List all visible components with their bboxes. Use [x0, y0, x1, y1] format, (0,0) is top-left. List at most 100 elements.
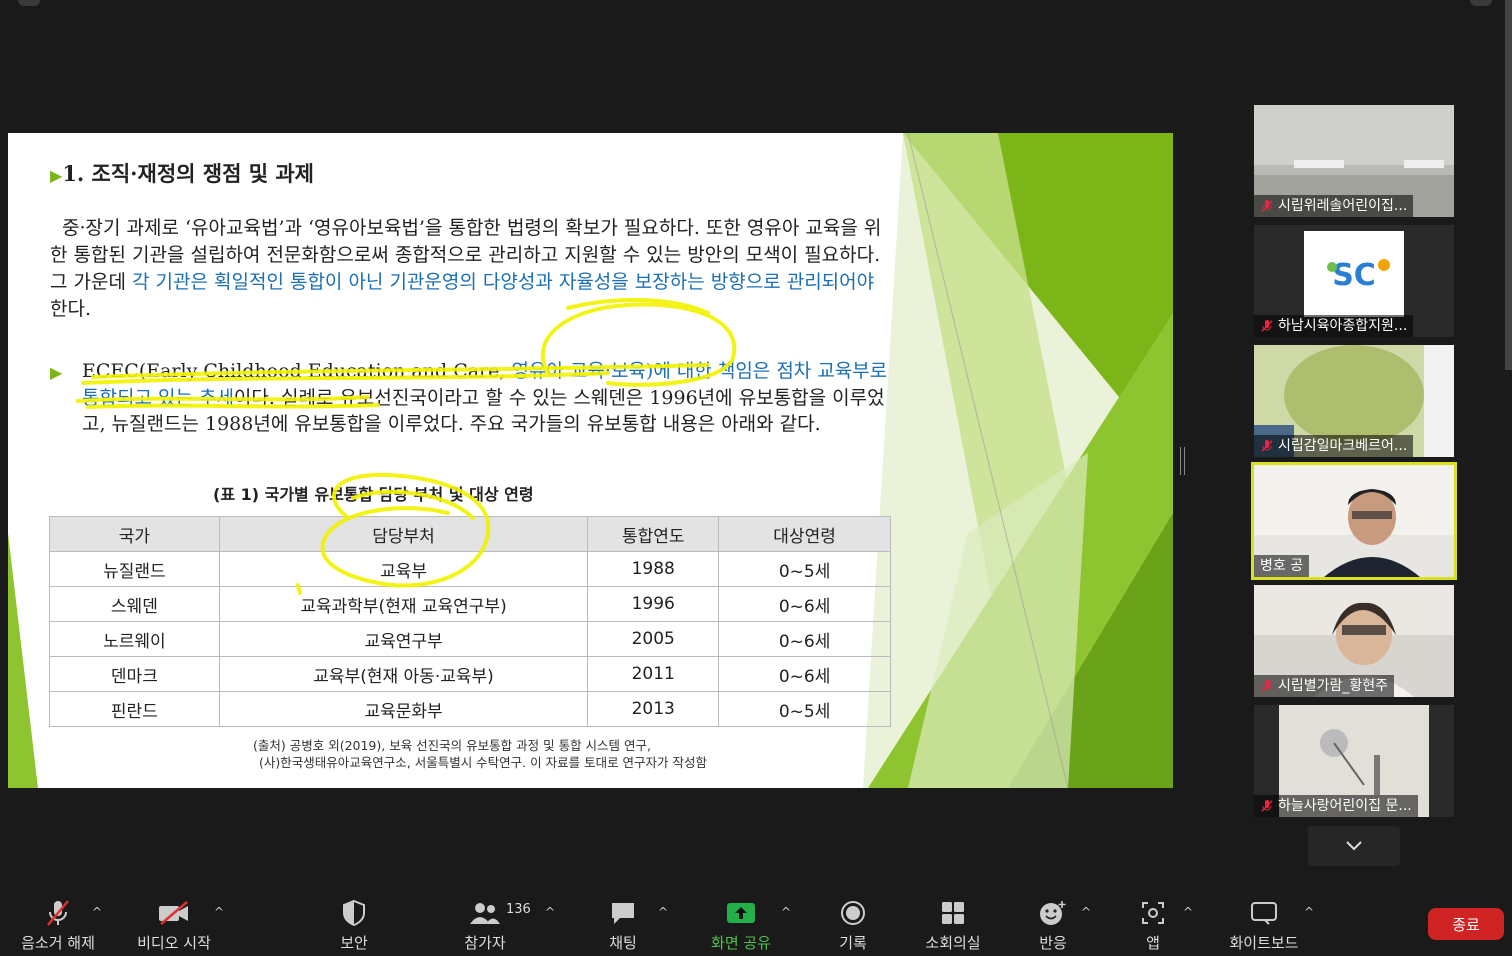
gallery-scrollbar[interactable] — [1505, 0, 1512, 370]
record-button[interactable]: 기록 — [826, 883, 880, 956]
title-marker: ▶ — [50, 166, 63, 185]
participant-name: 하늘사랑어린이집 문... — [1254, 795, 1418, 817]
slide-bullet: ▶ ECEC(Early Childhood Education and Car… — [50, 358, 900, 438]
smiley-icon — [1040, 901, 1066, 925]
reactions-label: 반응 — [1039, 934, 1067, 952]
table-header-cell: 통합연도 — [587, 516, 720, 552]
audio-options-caret[interactable]: ^ — [92, 905, 102, 919]
participants-count: 136 — [506, 902, 531, 917]
meeting-window: ▶1. 조직·재정의 쟁점 및 과제 중·장기 과제로 ‘유아교육법’과 ‘영유… — [0, 0, 1512, 956]
para-text-blue: 각 기관은 획일적인 통합이 아닌 기관운영의 다양성과 자율성을 보장하는 방… — [132, 271, 875, 293]
table-cell: 노르웨이 — [49, 621, 220, 657]
record-label: 기록 — [839, 934, 867, 952]
video-off-icon — [159, 901, 188, 925]
table-cell: 2005 — [587, 621, 720, 657]
reactions-options-caret[interactable]: ^ — [1081, 905, 1091, 919]
apps-options-caret[interactable]: ^ — [1183, 905, 1193, 919]
table-caption: (표 1) 국가별 유보통합 담당 부처 및 대상 연령 — [213, 485, 534, 504]
slide-paragraph: 중·장기 과제로 ‘유아교육법’과 ‘영유아보육법’을 통합한 법령의 확보가 … — [50, 215, 890, 323]
start-video-label: 비디오 시작 — [137, 934, 211, 952]
unmute-button[interactable]: 음소거 해제 — [15, 883, 101, 956]
reactions-button[interactable]: 반응 — [1026, 883, 1080, 956]
table-cell: 0~6세 — [718, 621, 891, 657]
apps-button[interactable]: 앱 — [1136, 883, 1170, 956]
table-header-cell: 국가 — [49, 516, 220, 552]
table-cell: 교육문화부 — [218, 691, 589, 727]
security-button[interactable]: 보안 — [324, 883, 384, 956]
unmute-label: 음소거 해제 — [21, 934, 95, 952]
participant-name-text: 하늘사랑어린이집 문... — [1278, 798, 1412, 814]
slide-title-text: 1. 조직·재정의 쟁점 및 과제 — [62, 161, 314, 186]
share-screen-button[interactable]: 화면 공유 — [700, 883, 782, 956]
whiteboard-label: 화이트보드 — [1229, 934, 1299, 952]
table-row: 핀란드 교육문화부 2013 0~5세 — [49, 691, 891, 727]
source-line-1: (출처) 공병호 외(2019), 보육 선진국의 유보통합 과정 및 통합 시… — [253, 738, 652, 753]
participant-name: 시립위레솔어린이집... — [1254, 195, 1414, 217]
participant-tile-active-speaker[interactable]: 병호 공 — [1251, 462, 1457, 580]
mic-muted-icon — [47, 900, 69, 926]
end-meeting-button[interactable]: 종료 — [1428, 908, 1504, 940]
chevron-down-icon — [1346, 841, 1362, 851]
chat-button[interactable]: 채팅 — [596, 883, 650, 956]
whiteboard-options-caret[interactable]: ^ — [1304, 905, 1314, 919]
bullet-text-a: ECEC(Early Childhood Education and Care, — [82, 360, 512, 382]
mic-muted-icon — [1261, 200, 1273, 212]
table-header-cell: 대상연령 — [718, 516, 891, 552]
grid-icon — [942, 902, 964, 924]
participant-tile[interactable]: 시립감일마크베르어... — [1254, 345, 1454, 457]
whiteboard-button[interactable]: 화이트보드 — [1224, 883, 1304, 956]
table-cell: 0~6세 — [718, 586, 891, 622]
table-cell: 2011 — [587, 656, 720, 692]
bullet-marker: ▶ — [50, 363, 63, 382]
participant-tile[interactable]: SC 하남시육아종합지원... — [1254, 225, 1454, 337]
participant-name: 병호 공 — [1254, 555, 1310, 577]
table-cell: 교육부 — [218, 551, 589, 587]
table-cell: 교육부(현재 아동·교육부) — [218, 656, 589, 692]
table-row: 덴마크 교육부(현재 아동·교육부) 2011 0~6세 — [49, 656, 891, 692]
apps-icon — [1142, 902, 1164, 924]
top-left-control[interactable] — [18, 0, 40, 6]
gallery-next-page-button[interactable] — [1308, 826, 1400, 866]
panel-resize-handle[interactable] — [1180, 447, 1185, 475]
share-options-caret[interactable]: ^ — [781, 905, 791, 919]
unification-table: 국가 담당부처 통합연도 대상연령 뉴질랜드 교육부 1988 0~5세 스웨덴… — [49, 516, 891, 727]
shield-icon — [343, 899, 365, 927]
table-cell: 뉴질랜드 — [49, 551, 220, 587]
security-label: 보안 — [340, 934, 368, 952]
source-line-2: (사)한국생태유아교육연구소, 서울특별시 수탁연구. 이 자료를 토대로 연구… — [259, 755, 708, 770]
participants-icon — [470, 903, 500, 924]
table-row: 뉴질랜드 교육부 1988 0~5세 — [49, 551, 891, 587]
participant-name-text: 병호 공 — [1260, 558, 1304, 574]
breakout-rooms-button[interactable]: 소회의실 — [918, 883, 988, 956]
table-header-row: 국가 담당부처 통합연도 대상연령 — [49, 516, 891, 552]
participant-name-text: 시립별가람_황현주 — [1278, 678, 1389, 694]
table-cell: 핀란드 — [49, 691, 220, 727]
participant-name-text: 시립위레솔어린이집... — [1278, 198, 1408, 214]
apps-label: 앱 — [1146, 934, 1160, 952]
participants-options-caret[interactable]: ^ — [545, 905, 555, 919]
table-cell: 교육과학부(현재 교육연구부) — [218, 586, 589, 622]
chat-options-caret[interactable]: ^ — [658, 905, 668, 919]
participants-label: 참가자 — [464, 934, 506, 952]
table-row: 노르웨이 교육연구부 2005 0~6세 — [49, 621, 891, 657]
chat-label: 채팅 — [609, 934, 637, 952]
table-cell: 1996 — [587, 586, 720, 622]
table-cell: 교육연구부 — [218, 621, 589, 657]
participant-tile[interactable]: 시립위레솔어린이집... — [1254, 105, 1454, 217]
participant-name: 시립별가람_황현주 — [1254, 675, 1395, 697]
video-options-caret[interactable]: ^ — [214, 905, 224, 919]
share-screen-icon — [727, 903, 755, 923]
table-row: 스웨덴 교육과학부(현재 교육연구부) 1996 0~6세 — [49, 586, 891, 622]
top-right-control[interactable] — [1470, 0, 1492, 6]
mic-muted-icon — [1261, 680, 1273, 692]
participant-tile[interactable]: 하늘사랑어린이집 문... — [1254, 705, 1454, 817]
whiteboard-icon — [1251, 902, 1277, 925]
mic-muted-icon — [1261, 800, 1273, 812]
breakout-rooms-label: 소회의실 — [925, 934, 981, 952]
participants-button[interactable]: 참가자 — [455, 883, 515, 956]
table-cell: 0~5세 — [718, 691, 891, 727]
participant-tile[interactable]: 시립별가람_황현주 — [1254, 585, 1454, 697]
start-video-button[interactable]: 비디오 시작 — [128, 883, 220, 956]
table-cell: 스웨덴 — [49, 586, 220, 622]
table-cell: 1988 — [587, 551, 720, 587]
